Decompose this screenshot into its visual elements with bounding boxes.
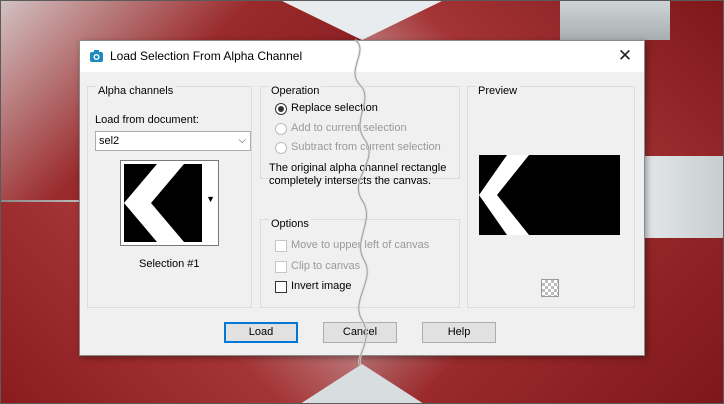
- document-dropdown[interactable]: sel2 ⌵: [95, 131, 251, 151]
- add-selection-radio[interactable]: [275, 123, 287, 135]
- triangle-down-icon: ▼: [206, 194, 215, 204]
- document-value: sel2: [99, 135, 120, 147]
- subtract-selection-label[interactable]: Subtract from current selection: [291, 141, 441, 153]
- cancel-button[interactable]: Cancel: [323, 322, 397, 343]
- close-icon: ✕: [617, 46, 633, 65]
- subtract-selection-radio[interactable]: [275, 142, 287, 154]
- camera-icon: [90, 50, 103, 62]
- chevron-down-icon: ⌵: [238, 135, 246, 146]
- selection-thumbnail-picker[interactable]: ▼: [120, 160, 219, 246]
- help-button[interactable]: Help: [422, 322, 496, 343]
- title-bar[interactable]: Load Selection From Alpha Channel ✕: [80, 41, 644, 72]
- load-button[interactable]: Load: [224, 322, 298, 343]
- move-upper-left-label[interactable]: Move to upper left of canvas: [291, 239, 429, 251]
- clip-to-canvas-checkbox[interactable]: [275, 261, 287, 273]
- preview-image: [479, 155, 620, 235]
- selection-label: Selection #1: [139, 258, 200, 270]
- replace-selection-radio[interactable]: [275, 103, 287, 115]
- add-selection-label[interactable]: Add to current selection: [291, 122, 407, 134]
- selection-thumbnail: [124, 164, 202, 242]
- replace-selection-label[interactable]: Replace selection: [291, 102, 378, 114]
- transparency-checker-icon[interactable]: [541, 279, 559, 297]
- invert-image-checkbox[interactable]: [275, 281, 287, 293]
- clip-to-canvas-label[interactable]: Clip to canvas: [291, 260, 360, 272]
- invert-image-label[interactable]: Invert image: [291, 280, 352, 292]
- load-from-label: Load from document:: [95, 114, 199, 126]
- operation-info-text: The original alpha channel rectangle com…: [269, 162, 447, 187]
- alpha-channels-title: Alpha channels: [96, 85, 176, 97]
- close-button[interactable]: ✕: [612, 45, 638, 67]
- options-title: Options: [269, 218, 311, 230]
- dialog-title: Load Selection From Alpha Channel: [110, 49, 303, 63]
- load-selection-dialog: Load Selection From Alpha Channel ✕ Alph…: [79, 40, 645, 356]
- move-upper-left-checkbox[interactable]: [275, 240, 287, 252]
- operation-title: Operation: [269, 85, 322, 97]
- preview-title: Preview: [476, 85, 520, 97]
